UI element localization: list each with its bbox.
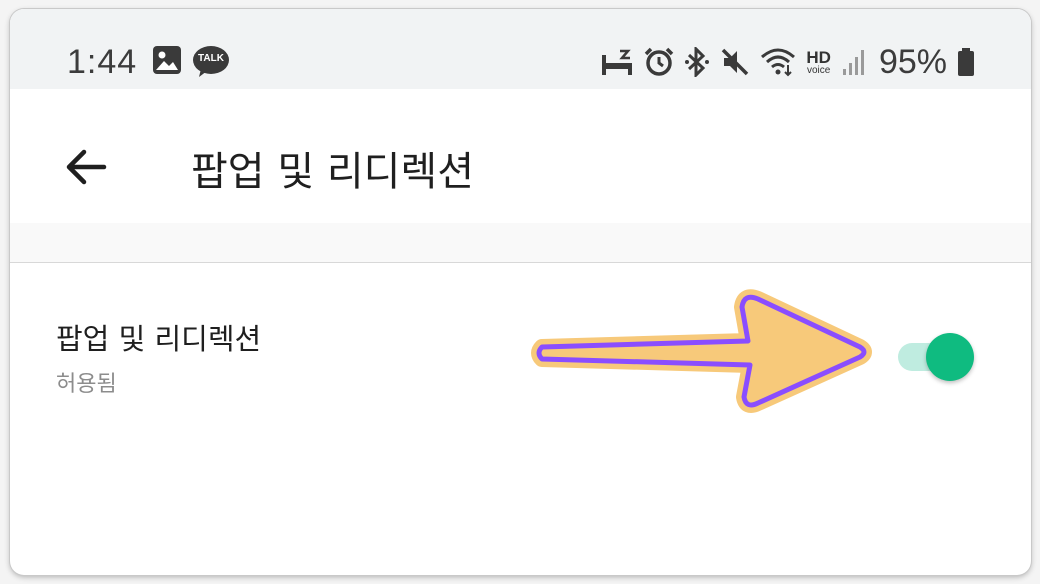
status-left-icons: TALK	[152, 45, 230, 79]
popups-redirects-toggle[interactable]	[894, 329, 978, 385]
mute-icon	[720, 47, 750, 77]
app-bar: 팝업 및 리디렉션	[10, 89, 1031, 229]
status-time: 1:44	[67, 43, 138, 81]
annotation-arrow-icon	[531, 289, 872, 413]
alarm-icon	[644, 47, 674, 77]
kakaotalk-icon: TALK	[192, 45, 230, 79]
phone-screen: 1:44 TALK HD voice 95% 팝업 및 리디렉션 팝업 및 리디…	[10, 9, 1031, 575]
wifi-icon	[760, 47, 796, 77]
sleep-mode-icon	[600, 47, 634, 77]
signal-icon	[841, 47, 867, 77]
status-right-icons: HD voice 95%	[600, 43, 975, 81]
talk-badge-text: TALK	[198, 53, 224, 64]
voice-label: voice	[806, 64, 831, 76]
page-title: 팝업 및 리디렉션	[191, 149, 475, 195]
hd-label: HD	[806, 47, 831, 67]
setting-title: 팝업 및 리디렉션	[56, 322, 262, 356]
section-divider	[10, 223, 1031, 263]
battery-icon	[957, 47, 975, 77]
gallery-icon	[152, 45, 182, 79]
hd-voice-icon: HD voice	[806, 49, 831, 76]
back-button[interactable]	[58, 139, 114, 195]
battery-percent: 95%	[878, 42, 947, 81]
toggle-thumb	[926, 333, 974, 381]
arrow-back-icon	[66, 149, 107, 185]
bluetooth-icon	[684, 47, 710, 77]
setting-status: 허용됨	[56, 372, 117, 397]
status-bar: 1:44 TALK HD voice 95%	[10, 9, 1031, 89]
